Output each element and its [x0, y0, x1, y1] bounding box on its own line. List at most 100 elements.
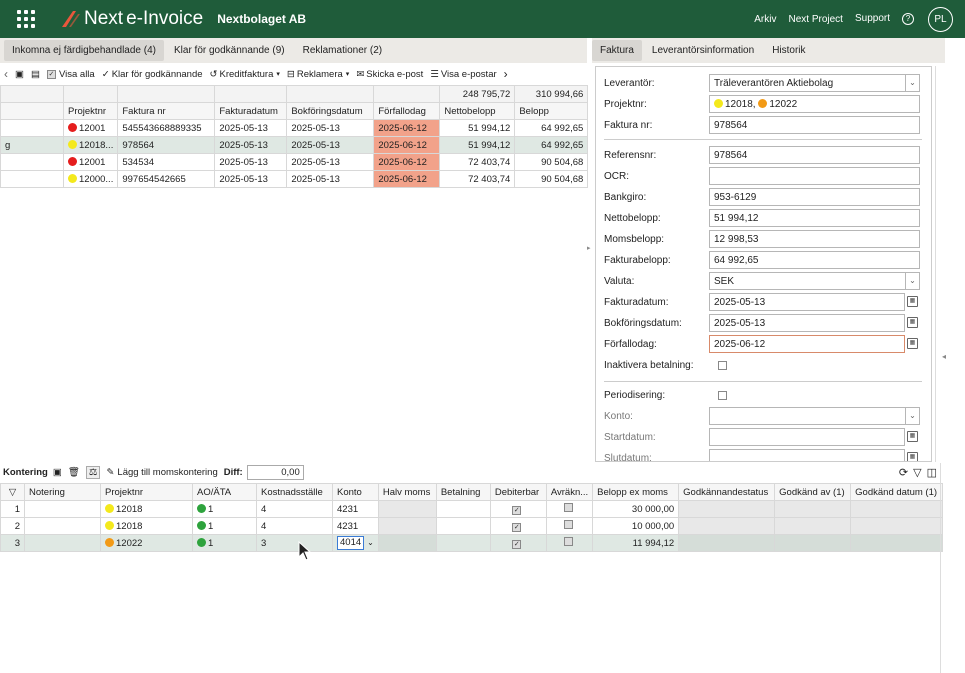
col-debiterbar[interactable]: Debiterbar: [489, 483, 547, 501]
avrakn-checkbox[interactable]: [563, 503, 573, 512]
debiterbar-checkbox[interactable]: ✓: [512, 505, 522, 515]
row-betalning[interactable]: [435, 500, 491, 518]
row-projekt[interactable]: 12018: [100, 517, 193, 535]
col-godkand-av[interactable]: Godkänd av (1): [774, 483, 852, 501]
nav-support[interactable]: Support?: [855, 13, 914, 25]
row-betalning[interactable]: [435, 534, 491, 552]
chevron-right-icon[interactable]: ›: [504, 67, 508, 81]
row-avrakn[interactable]: [545, 517, 594, 535]
row-belopp[interactable]: 11 994,12: [592, 534, 680, 552]
bokforingsdatum-field[interactable]: 2025-05-13: [709, 314, 905, 332]
col-avrakn[interactable]: Avräkn...: [545, 483, 594, 501]
startdatum-field[interactable]: [709, 428, 905, 446]
row-kst[interactable]: 3: [256, 534, 333, 552]
col-godkand-datum[interactable]: Godkänd datum (1): [850, 483, 944, 501]
col-betalning[interactable]: Betalning: [435, 483, 491, 501]
collapse-arrow-icon[interactable]: ◂: [942, 352, 946, 361]
reklamera-button[interactable]: ⊟ Reklamera ▾: [287, 69, 349, 80]
app-grid-icon[interactable]: [14, 7, 38, 31]
row-notering[interactable]: [24, 534, 101, 552]
col-notering[interactable]: Notering: [24, 483, 101, 501]
konto-select[interactable]: ⌄: [709, 407, 920, 425]
diff-field[interactable]: 0,00: [246, 465, 304, 480]
table-row[interactable]: 12001 545543668889335 2025-05-13 2025-05…: [0, 119, 589, 137]
projektnr-field[interactable]: 12018, 12022: [709, 95, 920, 113]
inaktivera-checkbox[interactable]: [718, 361, 727, 370]
table-row[interactable]: g 12018... 978564 2025-05-13 2025-05-13 …: [0, 136, 589, 154]
visa-epost-button[interactable]: ☰ Visa e-postar: [430, 69, 496, 80]
table-row[interactable]: 1 12018 1 4 4231 ✓ 30 000,00: [0, 500, 944, 518]
save-icon[interactable]: ▣: [53, 467, 62, 478]
tab-reklamationer[interactable]: Reklamationer (2): [295, 40, 390, 61]
filter-icon[interactable]: ▽: [0, 483, 25, 501]
calendar-icon[interactable]: ▦: [907, 296, 918, 307]
chevron-down-icon[interactable]: ⌄: [905, 273, 919, 289]
row-betalning[interactable]: [435, 517, 491, 535]
valuta-select[interactable]: SEK ⌄: [709, 272, 920, 290]
slutdatum-field[interactable]: [709, 449, 905, 461]
nav-next-project[interactable]: Next Project: [789, 14, 843, 25]
col-fakturadatum[interactable]: Fakturadatum: [214, 102, 288, 120]
scale-icon[interactable]: ⚖: [85, 466, 101, 479]
calendar-icon[interactable]: ▦: [907, 317, 918, 328]
tab-historik[interactable]: Historik: [764, 40, 813, 61]
visa-alla-checkbox[interactable]: ✓: [46, 69, 56, 79]
row-belopp[interactable]: 10 000,00: [592, 517, 680, 535]
debiterbar-checkbox[interactable]: ✓: [512, 539, 522, 549]
debiterbar-checkbox[interactable]: ✓: [512, 522, 522, 532]
splitter-handle-icon[interactable]: ▸: [587, 244, 591, 252]
row-ao[interactable]: 1: [192, 500, 257, 518]
col-projektnr[interactable]: Projektnr: [100, 483, 193, 501]
row-kst[interactable]: 4: [256, 517, 333, 535]
kredit-button[interactable]: ↺ Kreditfaktura ▾: [210, 69, 280, 80]
periodisering-checkbox[interactable]: [718, 391, 727, 400]
row-konto[interactable]: 4231: [332, 500, 379, 518]
row-ao[interactable]: 1: [192, 517, 257, 535]
bankgiro-field[interactable]: 953-6129: [709, 188, 920, 206]
chevron-down-icon[interactable]: ⌄: [367, 538, 374, 547]
col-godkannandestatus[interactable]: Godkännandestatus: [678, 483, 776, 501]
visa-alla-toggle[interactable]: ✓ Visa alla: [46, 69, 95, 80]
col-projektnr[interactable]: Projektnr: [62, 102, 119, 120]
skicka-button[interactable]: ✉ Skicka e-post: [356, 69, 423, 80]
chevron-down-icon[interactable]: ⌄: [905, 408, 919, 424]
table-row[interactable]: 2 12018 1 4 4231 ✓ 10 000,00: [0, 517, 944, 535]
row-avrakn[interactable]: [545, 534, 594, 552]
row-projekt[interactable]: 12018: [100, 500, 193, 518]
company-name[interactable]: Nextbolaget AB: [217, 12, 306, 26]
refresh-icon[interactable]: ⟳: [899, 466, 908, 479]
chevron-left-icon[interactable]: ‹: [4, 67, 8, 81]
col-belopp[interactable]: Belopp: [514, 102, 589, 120]
table-row[interactable]: 12000... 997654542665 2025-05-13 2025-05…: [0, 170, 589, 188]
columns-icon[interactable]: ◫: [927, 466, 937, 479]
avrakn-checkbox[interactable]: [563, 520, 573, 529]
trash-icon[interactable]: 🗑: [68, 467, 80, 478]
row-projekt[interactable]: 12022: [100, 534, 193, 552]
konto-edit-input[interactable]: 4014: [337, 536, 365, 550]
col-kostnadsstalle[interactable]: Kostnadsställe: [256, 483, 333, 501]
table-row[interactable]: 3 12022 1 3 4014 ⌄ ✓ 11 994,12: [0, 534, 944, 552]
tab-leverantorsinfo[interactable]: Leverantörsinformation: [644, 40, 762, 61]
row-belopp[interactable]: 30 000,00: [592, 500, 680, 518]
tab-inkomna[interactable]: Inkomna ej färdigbehandlade (4): [4, 40, 164, 61]
add-moms-button[interactable]: ✎ Lägg till momskontering: [106, 467, 217, 478]
tab-faktura[interactable]: Faktura: [592, 40, 642, 61]
col-konto[interactable]: Konto: [332, 483, 379, 501]
row-konto[interactable]: 4014 ⌄: [332, 534, 379, 552]
col-belopp-ex-moms[interactable]: Belopp ex moms: [592, 483, 680, 501]
calendar-icon[interactable]: ▦: [907, 431, 918, 442]
fakturanr-field[interactable]: 978564: [709, 116, 920, 134]
referensnr-field[interactable]: 978564: [709, 146, 920, 164]
netto-field[interactable]: 51 994,12: [709, 209, 920, 227]
row-konto[interactable]: 4231: [332, 517, 379, 535]
row-notering[interactable]: [24, 500, 101, 518]
calendar-icon[interactable]: ▦: [907, 338, 918, 349]
chevron-down-icon[interactable]: ⌄: [905, 75, 919, 91]
forfallodag-field[interactable]: 2025-06-12: [709, 335, 905, 353]
avatar[interactable]: PL: [928, 6, 953, 32]
row-debiterbar[interactable]: ✓: [489, 500, 547, 518]
calendar-icon[interactable]: ▦: [907, 452, 918, 461]
klar-button[interactable]: ✓ Klar för godkännande: [102, 69, 203, 80]
row-ao[interactable]: 1: [192, 534, 257, 552]
leverantor-select[interactable]: Träleverantören Aktiebolag ⌄: [709, 74, 920, 92]
